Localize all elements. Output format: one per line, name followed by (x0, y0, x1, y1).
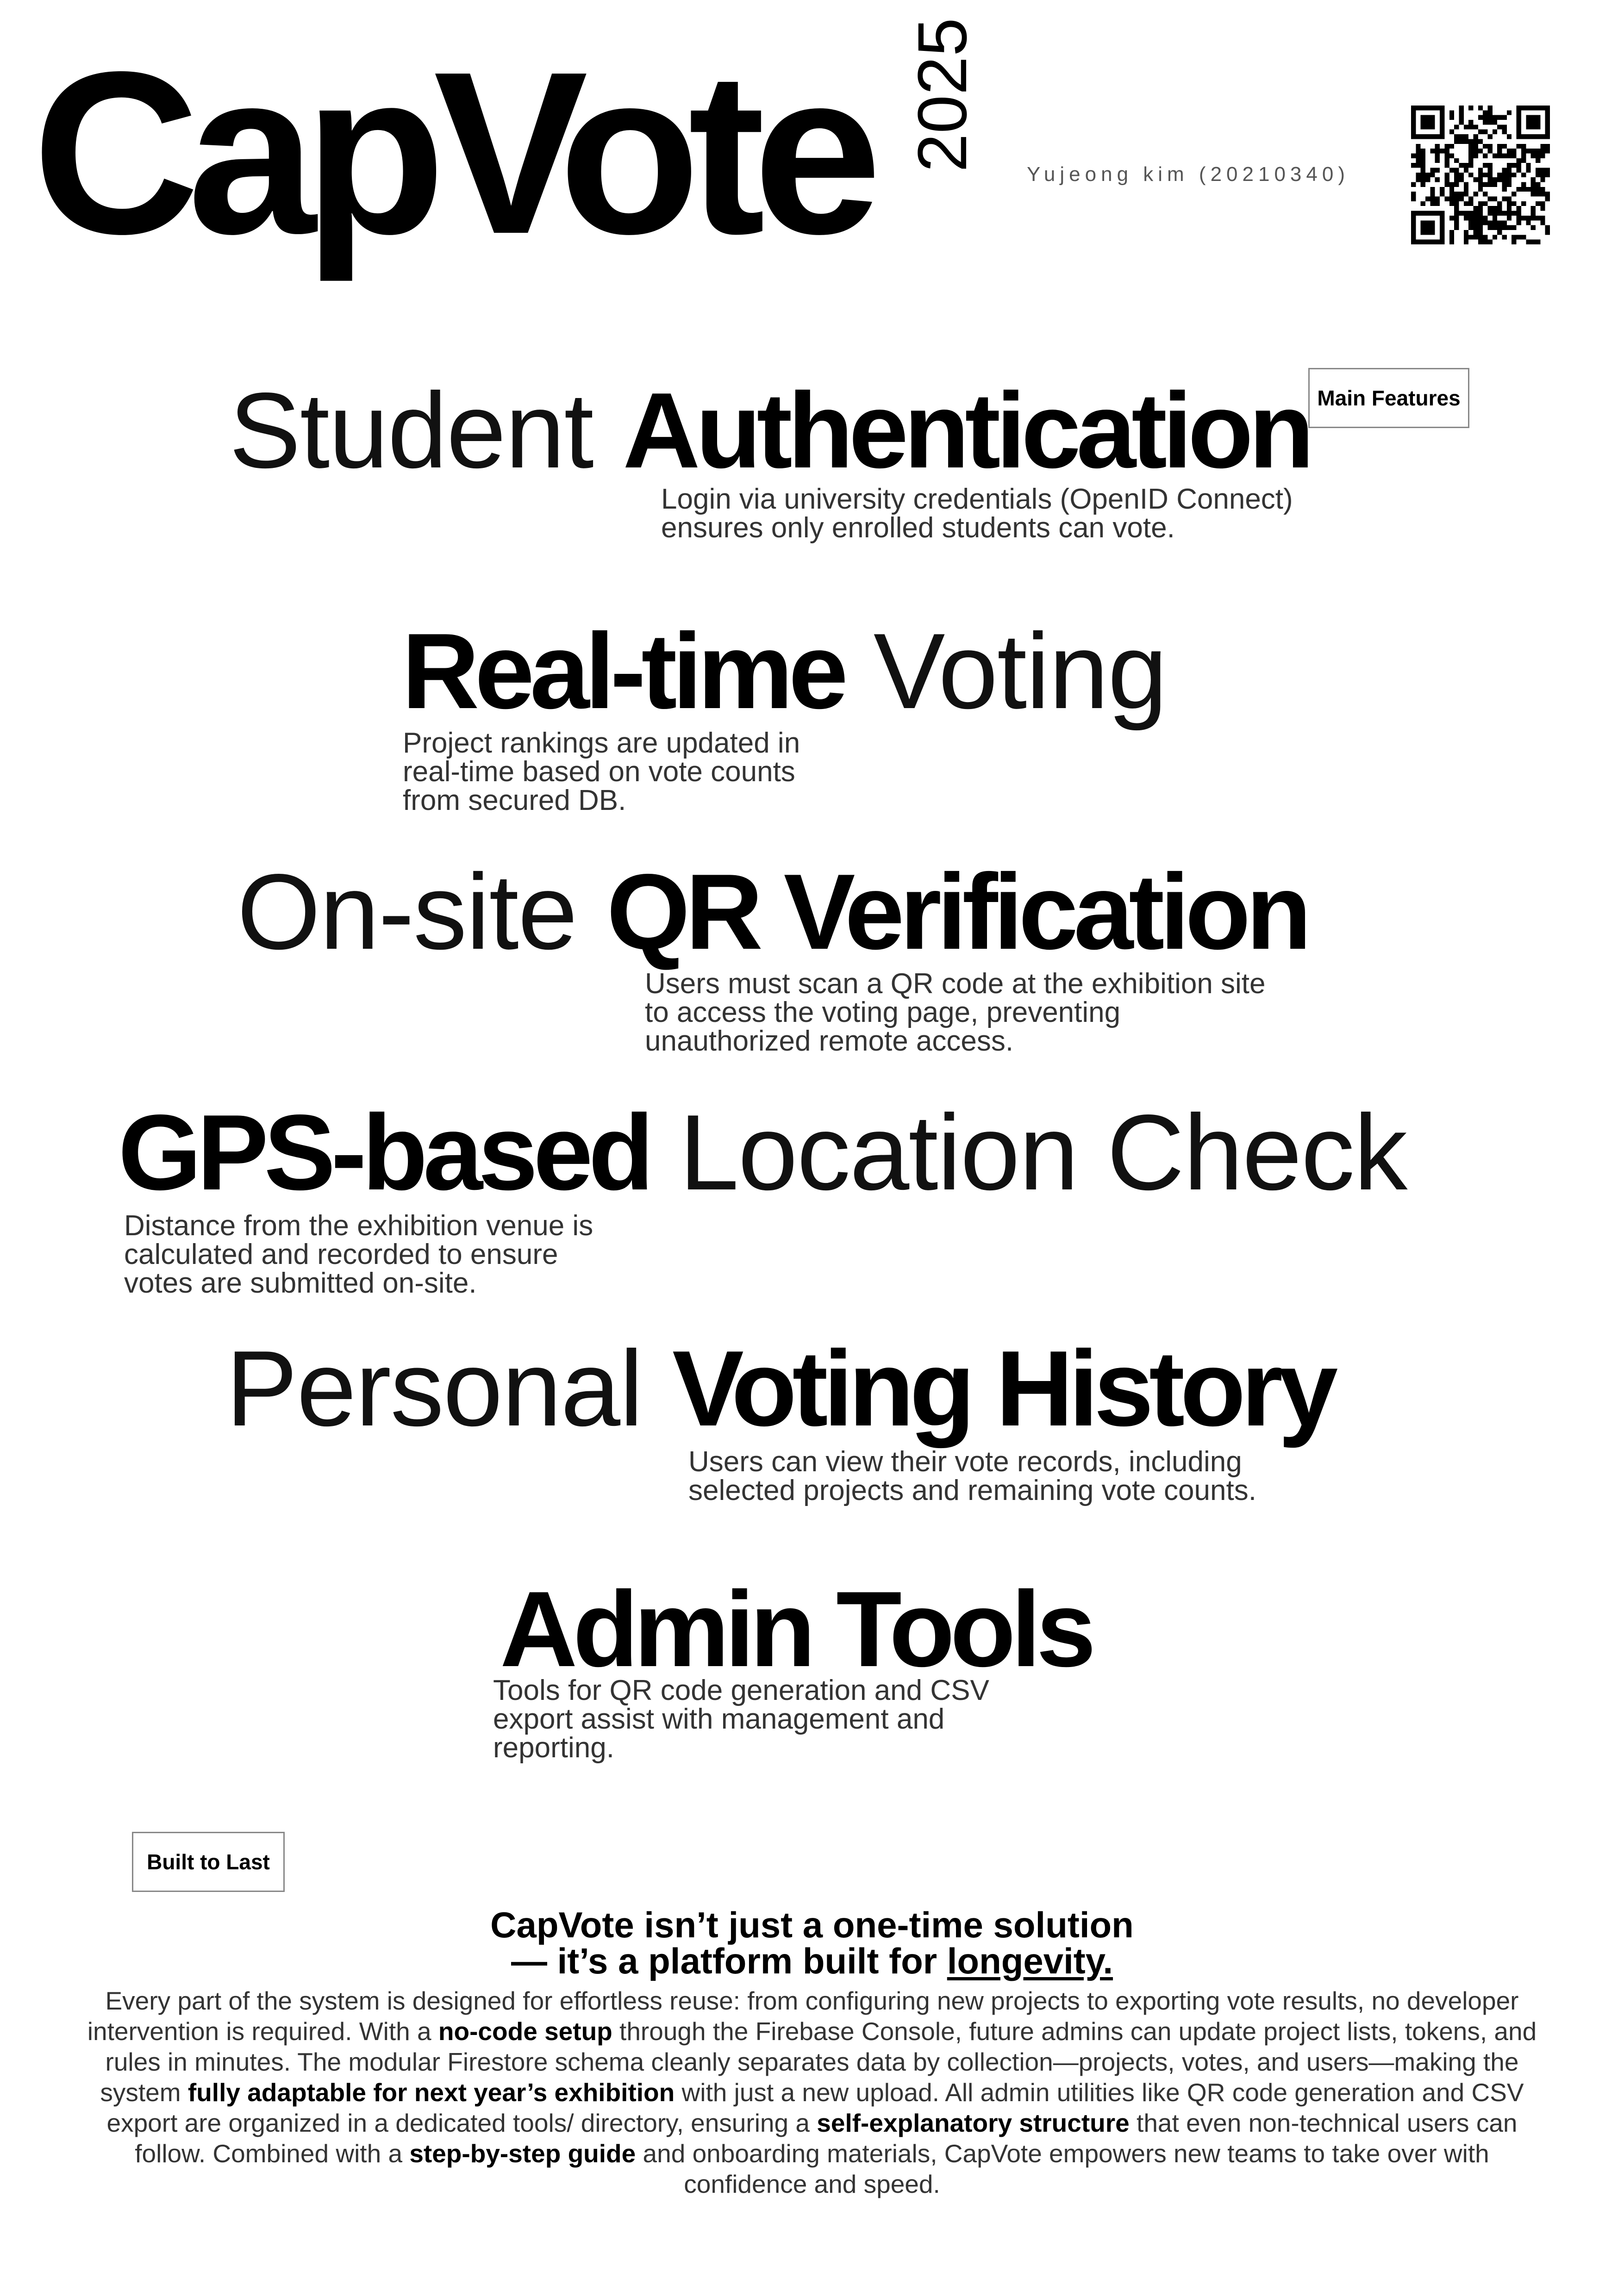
description-line: Project rankings are updated in (403, 727, 800, 759)
qr-code-icon (1411, 106, 1550, 244)
feature-heading-bold: GPS-based (118, 1093, 654, 1213)
author-credit: Yujeong kim (20210340) (1027, 163, 1349, 186)
description-line: selected projects and remaining vote cou… (688, 1475, 1256, 1506)
feature-heading-light: On-site (237, 852, 578, 972)
closing-headline-line2: — it’s a platform built for longevity. (0, 1943, 1624, 1979)
description-line: reporting. (493, 1732, 614, 1764)
description-line: Distance from the exhibition venue is (124, 1210, 593, 1242)
feature-heading-light: Student (229, 371, 594, 491)
description-line: Login via university credentials (OpenID… (661, 483, 1293, 515)
closing-body-emphasis: no-code setup (438, 2017, 612, 2046)
feature-description-voting-history: Users can view their vote records, inclu… (688, 1448, 1256, 1505)
description-line: to access the voting page, preventing (645, 996, 1121, 1028)
feature-description-realtime-voting: Project rankings are updated in real-tim… (403, 729, 800, 815)
feature-heading-gps-location: GPS-based Location Check (118, 1099, 1407, 1207)
feature-description-authentication: Login via university credentials (OpenID… (661, 485, 1293, 542)
closing-headline-line2-prefix: — it’s a platform built for (511, 1941, 947, 1981)
closing-body-emphasis: fully adaptable for next year’s exhibiti… (187, 2078, 675, 2107)
closing-headline-emphasis: longevity. (947, 1941, 1113, 1981)
description-line: ensures only enrolled students can vote. (661, 512, 1175, 544)
poster-year: 2025 (903, 18, 981, 172)
closing-body-emphasis: step-by-step guide (409, 2139, 636, 2168)
feature-heading-bold: Real-time (402, 611, 848, 731)
feature-heading-admin-tools: Admin Tools (500, 1576, 1096, 1683)
closing-body-paragraph: Every part of the system is designed for… (83, 1985, 1541, 2199)
feature-heading-authentication: Student Authentication (229, 377, 1314, 485)
main-features-label: Main Features (1317, 386, 1461, 410)
feature-heading-light: Location Check (679, 1093, 1407, 1213)
description-line: from secured DB. (403, 784, 626, 816)
feature-heading-bold: Authentication (623, 371, 1314, 491)
closing-body-text: and onboarding materials, CapVote empowe… (636, 2139, 1489, 2198)
main-features-tag: Main Features (1308, 368, 1469, 428)
description-line: Tools for QR code generation and CSV (493, 1674, 989, 1706)
description-line: votes are submitted on-site. (124, 1267, 477, 1299)
feature-description-admin-tools: Tools for QR code generation and CSV exp… (493, 1676, 989, 1762)
feature-heading-qr-verification: On-site QR Verification (237, 859, 1312, 966)
closing-headline: CapVote isn’t just a one-time solution —… (0, 1907, 1624, 1979)
feature-heading-bold: QR Verification (606, 852, 1312, 972)
description-line: Users can view their vote records, inclu… (688, 1446, 1242, 1478)
feature-description-gps-location: Distance from the exhibition venue is ca… (124, 1212, 593, 1298)
description-line: Users must scan a QR code at the exhibit… (645, 968, 1266, 1000)
closing-body-emphasis: self-explanatory structure (817, 2109, 1130, 2137)
description-line: real-time based on vote counts (403, 756, 795, 788)
description-line: export assist with management and (493, 1703, 945, 1735)
feature-heading-bold: Admin Tools (500, 1569, 1096, 1689)
feature-heading-light: Personal (226, 1329, 643, 1449)
poster-title: CapVote (32, 23, 882, 282)
feature-description-qr-verification: Users must scan a QR code at the exhibit… (645, 970, 1266, 1056)
description-line: unauthorized remote access. (645, 1025, 1014, 1057)
built-to-last-label: Built to Last (147, 1850, 270, 1874)
description-line: calculated and recorded to ensure (124, 1238, 558, 1270)
feature-heading-light: Voting (873, 611, 1168, 731)
built-to-last-tag: Built to Last (132, 1832, 285, 1892)
closing-headline-line1: CapVote isn’t just a one-time solution (490, 1904, 1134, 1945)
feature-heading-realtime-voting: Real-time Voting (402, 618, 1168, 725)
feature-heading-bold: Voting History (672, 1329, 1338, 1449)
feature-heading-voting-history: Personal Voting History (226, 1335, 1338, 1443)
